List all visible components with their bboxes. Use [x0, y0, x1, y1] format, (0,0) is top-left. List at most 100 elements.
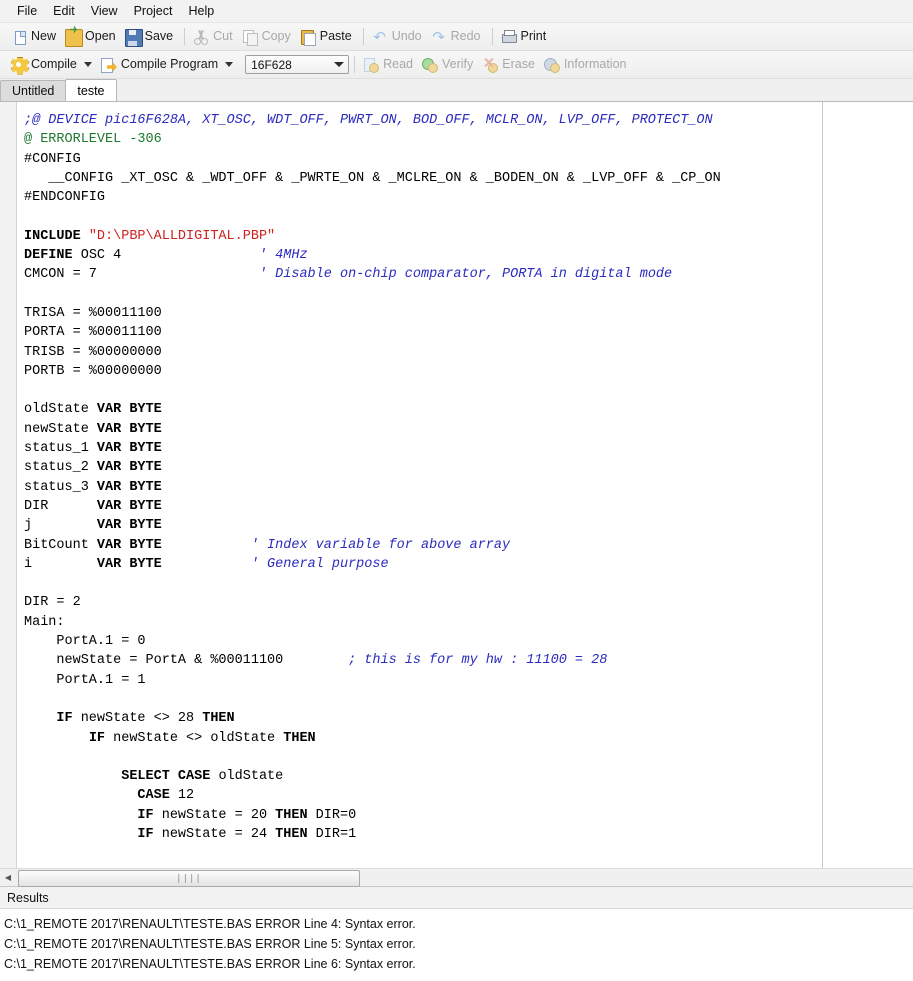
- editor-tab-teste[interactable]: teste: [65, 79, 116, 101]
- cut-button: Cut: [190, 27, 238, 47]
- scissors-icon: [193, 29, 209, 45]
- code-token: DEFINE: [24, 248, 81, 263]
- scroll-left-arrow-icon[interactable]: ◀: [0, 870, 16, 886]
- code-token: IF: [137, 827, 153, 842]
- code-token: VAR BYTE: [97, 402, 162, 417]
- toolbar-separator: [354, 56, 355, 73]
- editor-tab-label: Untitled: [12, 84, 54, 98]
- code-token: DIR=0: [308, 808, 357, 823]
- erase-x-icon: [482, 57, 498, 73]
- code-editor[interactable]: ;@ DEVICE pic16F628A, XT_OSC, WDT_OFF, P…: [0, 102, 913, 868]
- code-token: __CONFIG _XT_OSC & _WDT_OFF & _PWRTE_ON …: [24, 171, 721, 186]
- device-select-chevron-down-icon[interactable]: [334, 62, 344, 67]
- cut-label: Cut: [213, 29, 232, 44]
- copy-button: Copy: [239, 27, 297, 47]
- code-token: VAR BYTE: [97, 422, 162, 437]
- code-token: IF: [137, 808, 153, 823]
- code-line: PortA.1 = 0: [17, 632, 913, 651]
- menu-item-help[interactable]: Help: [181, 2, 221, 20]
- compile-dropdown-chevron-icon[interactable]: [84, 62, 92, 67]
- code-token: PORTA = %00011100: [24, 325, 162, 340]
- menu-item-project[interactable]: Project: [127, 2, 180, 20]
- information-label: Information: [564, 57, 627, 72]
- code-token: [162, 538, 251, 553]
- redo-button: ↷Redo: [428, 27, 487, 47]
- code-token: status_2: [24, 460, 97, 475]
- code-line: [17, 574, 913, 593]
- code-line: IF newState <> oldState THEN: [17, 729, 913, 748]
- menu-item-file[interactable]: File: [10, 2, 44, 20]
- code-token: PortA.1 = 1: [24, 673, 146, 688]
- menu-item-edit[interactable]: Edit: [46, 2, 82, 20]
- code-token: BitCount: [24, 538, 97, 553]
- code-token: [24, 769, 121, 784]
- copy-label: Copy: [262, 29, 291, 44]
- code-line: #CONFIG: [17, 150, 913, 169]
- code-token: IF: [56, 711, 72, 726]
- code-line: i VAR BYTE ' General purpose: [17, 555, 913, 574]
- new-document-icon: [11, 29, 27, 45]
- scrollbar-thumb[interactable]: ||||: [18, 870, 360, 887]
- result-error-line[interactable]: C:\1_REMOTE 2017\RENAULT\TESTE.BAS ERROR…: [4, 934, 913, 954]
- save-button[interactable]: Save: [122, 27, 180, 47]
- save-diskette-icon: [125, 29, 141, 45]
- code-token: OSC 4: [81, 248, 259, 263]
- print-label: Print: [521, 29, 547, 44]
- code-token: ' 4MHz: [259, 248, 308, 263]
- compile-program-dropdown-chevron-icon[interactable]: [225, 62, 233, 67]
- code-token: status_1: [24, 441, 97, 456]
- code-line: IF newState = 20 THEN DIR=0: [17, 806, 913, 825]
- code-token: Main:: [24, 615, 65, 630]
- results-panel-body[interactable]: C:\1_REMOTE 2017\RENAULT\TESTE.BAS ERROR…: [0, 909, 913, 981]
- code-token: TRISB = %00000000: [24, 345, 162, 360]
- code-line: DEFINE OSC 4 ' 4MHz: [17, 246, 913, 265]
- code-token: newState = 20: [154, 808, 276, 823]
- code-line: PORTA = %00011100: [17, 323, 913, 342]
- result-error-line[interactable]: C:\1_REMOTE 2017\RENAULT\TESTE.BAS ERROR…: [4, 914, 913, 934]
- code-line: newState = PortA & %00011100 ; this is f…: [17, 651, 913, 670]
- new-label: New: [31, 29, 56, 44]
- compile-button[interactable]: Compile: [8, 55, 98, 75]
- code-token: PortA.1 = 0: [24, 634, 146, 649]
- editor-gutter: [0, 102, 17, 868]
- new-button[interactable]: New: [8, 27, 62, 47]
- menu-item-view[interactable]: View: [84, 2, 125, 20]
- compile-gear-icon: [11, 57, 27, 73]
- code-line: DIR VAR BYTE: [17, 497, 913, 516]
- device-select[interactable]: 16F628: [245, 55, 349, 74]
- save-label: Save: [145, 29, 174, 44]
- compile-program-icon: [101, 57, 117, 73]
- results-title: Results: [7, 891, 49, 905]
- code-line: IF newState <> 28 THEN: [17, 709, 913, 728]
- erase-label: Erase: [502, 57, 535, 72]
- code-line: PORTB = %00000000: [17, 362, 913, 381]
- code-line: j VAR BYTE: [17, 516, 913, 535]
- compile-program-button[interactable]: Compile Program: [98, 55, 239, 75]
- code-token: VAR BYTE: [97, 480, 162, 495]
- code-token: j: [24, 518, 97, 533]
- editor-tab-untitled[interactable]: Untitled: [0, 80, 66, 101]
- code-line: ;@ DEVICE pic16F628A, XT_OSC, WDT_OFF, P…: [17, 111, 913, 130]
- editor-horizontal-scrollbar[interactable]: ◀ ||||: [0, 868, 913, 886]
- editor-tab-label: teste: [77, 84, 104, 98]
- result-error-line[interactable]: C:\1_REMOTE 2017\RENAULT\TESTE.BAS ERROR…: [4, 954, 913, 974]
- code-token: PORTB = %00000000: [24, 364, 162, 379]
- menu-bar: FileEditViewProjectHelp: [0, 0, 913, 23]
- code-token: DIR=1: [308, 827, 357, 842]
- code-token: newState = 24: [154, 827, 276, 842]
- code-token: INCLUDE: [24, 229, 89, 244]
- code-line: [17, 690, 913, 709]
- code-token: VAR BYTE: [97, 518, 162, 533]
- open-button[interactable]: Open: [62, 27, 122, 47]
- print-button[interactable]: Print: [498, 27, 553, 47]
- code-token: DIR = 2: [24, 595, 81, 610]
- open-label: Open: [85, 29, 116, 44]
- code-token: newState = PortA & %00011100: [24, 653, 348, 668]
- scrollbar-track[interactable]: ||||: [16, 870, 912, 885]
- editor-code-content[interactable]: ;@ DEVICE pic16F628A, XT_OSC, WDT_OFF, P…: [17, 102, 913, 868]
- code-token: VAR BYTE: [97, 538, 162, 553]
- code-token: [24, 711, 56, 726]
- code-line: CMCON = 7 ' Disable on-chip comparator, …: [17, 265, 913, 284]
- paste-button[interactable]: Paste: [297, 27, 358, 47]
- code-line: __CONFIG _XT_OSC & _WDT_OFF & _PWRTE_ON …: [17, 169, 913, 188]
